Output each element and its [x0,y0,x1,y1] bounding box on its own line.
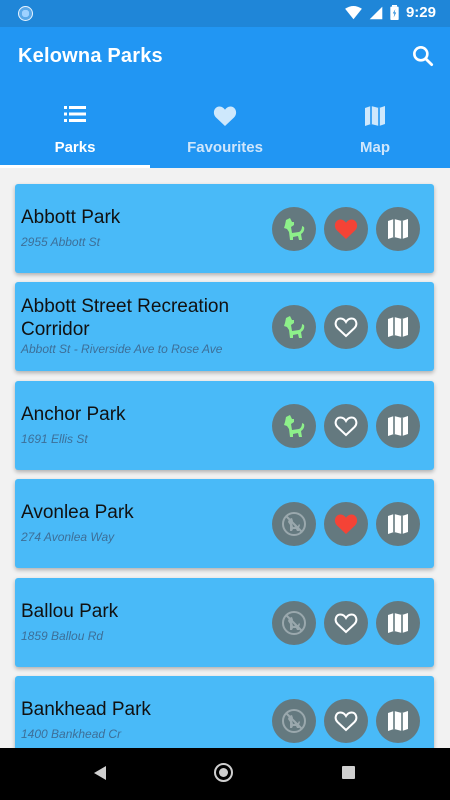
park-address: 1859 Ballou Rd [21,629,104,643]
app-title: Kelowna Parks [18,45,163,67]
dog-icon [284,316,305,338]
no-dogs-button[interactable] [272,699,316,743]
map-icon [388,219,408,239]
heart-filled-icon [334,219,358,239]
park-card[interactable]: Abbott Street Recreation Corridor Abbott… [15,282,434,371]
no-dogs-icon [282,512,306,536]
map-icon [388,317,408,337]
park-address: 1691 Ellis St [21,432,88,446]
tab-label: Parks [54,139,96,156]
park-name: Avonlea Park [21,502,134,523]
heart-outline-icon [334,711,358,732]
park-card[interactable]: Ballou Park 1859 Ballou Rd [15,578,434,667]
dogs-allowed-button[interactable] [272,305,316,349]
heart-outline-icon [334,317,358,338]
dog-icon [284,415,305,437]
tab-favourites[interactable]: Favourites [150,95,300,168]
park-card[interactable]: Bankhead Park 1400 Bankhead Cr [15,676,434,748]
park-name: Abbott Street Recreation Corridor [21,296,230,340]
cell-signal-icon [369,6,383,19]
dog-icon [284,218,305,240]
tab-bar: Parks Favourites Map [0,95,450,168]
park-address: Abbott St - Riverside Ave to Rose Ave [21,342,223,356]
map-button[interactable] [376,699,420,743]
no-dogs-icon [282,611,306,635]
park-address: 2955 Abbott St [21,235,100,249]
search-icon [413,46,434,67]
heart-filled-icon [334,514,358,534]
status-bar: 9:29 [0,0,450,27]
favourite-button[interactable] [324,502,368,546]
no-dogs-button[interactable] [272,601,316,645]
favourite-button[interactable] [324,207,368,251]
search-button[interactable] [410,43,436,69]
system-nav-bar [0,748,450,800]
map-button[interactable] [376,502,420,546]
park-card[interactable]: Abbott Park 2955 Abbott St [15,184,434,273]
heart-icon [213,106,237,126]
map-icon [388,416,408,436]
park-card[interactable]: Anchor Park 1691 Ellis St [15,381,434,470]
wifi-icon [345,5,362,19]
no-dogs-button[interactable] [272,502,316,546]
heart-outline-icon [334,416,358,437]
no-dogs-icon [282,709,306,733]
tab-parks[interactable]: Parks [0,95,150,168]
map-button[interactable] [376,207,420,251]
map-icon [388,514,408,534]
map-button[interactable] [376,404,420,448]
notification-icon [18,6,33,21]
home-icon[interactable] [214,763,233,782]
park-card[interactable]: Avonlea Park 274 Avonlea Way [15,479,434,568]
tab-label: Map [360,139,390,156]
heart-outline-icon [334,613,358,634]
dogs-allowed-button[interactable] [272,404,316,448]
dogs-allowed-button[interactable] [272,207,316,251]
park-address: 274 Avonlea Way [21,530,115,544]
tab-label: Favourites [187,139,263,156]
tab-map[interactable]: Map [300,95,450,168]
clock: 9:29 [405,4,436,21]
map-button[interactable] [376,305,420,349]
status-icons: 9:29 [345,4,436,21]
park-address: 1400 Bankhead Cr [21,727,122,741]
app-bar: Kelowna Parks Parks Favourites Map [0,27,450,168]
parks-list[interactable]: Abbott Park 2955 Abbott St Abbott Street… [0,168,450,748]
favourite-button[interactable] [324,305,368,349]
park-name: Ballou Park [21,601,119,622]
favourite-button[interactable] [324,404,368,448]
park-name: Bankhead Park [21,699,151,720]
battery-icon [390,5,399,20]
recent-apps-icon[interactable] [342,766,355,779]
favourite-button[interactable] [324,699,368,743]
park-name: Anchor Park [21,404,126,425]
map-icon [388,711,408,731]
favourite-button[interactable] [324,601,368,645]
list-icon [64,106,86,122]
map-button[interactable] [376,601,420,645]
map-icon [388,613,408,633]
back-icon[interactable] [93,765,107,781]
map-icon [365,106,385,126]
park-name: Abbott Park [21,207,121,228]
